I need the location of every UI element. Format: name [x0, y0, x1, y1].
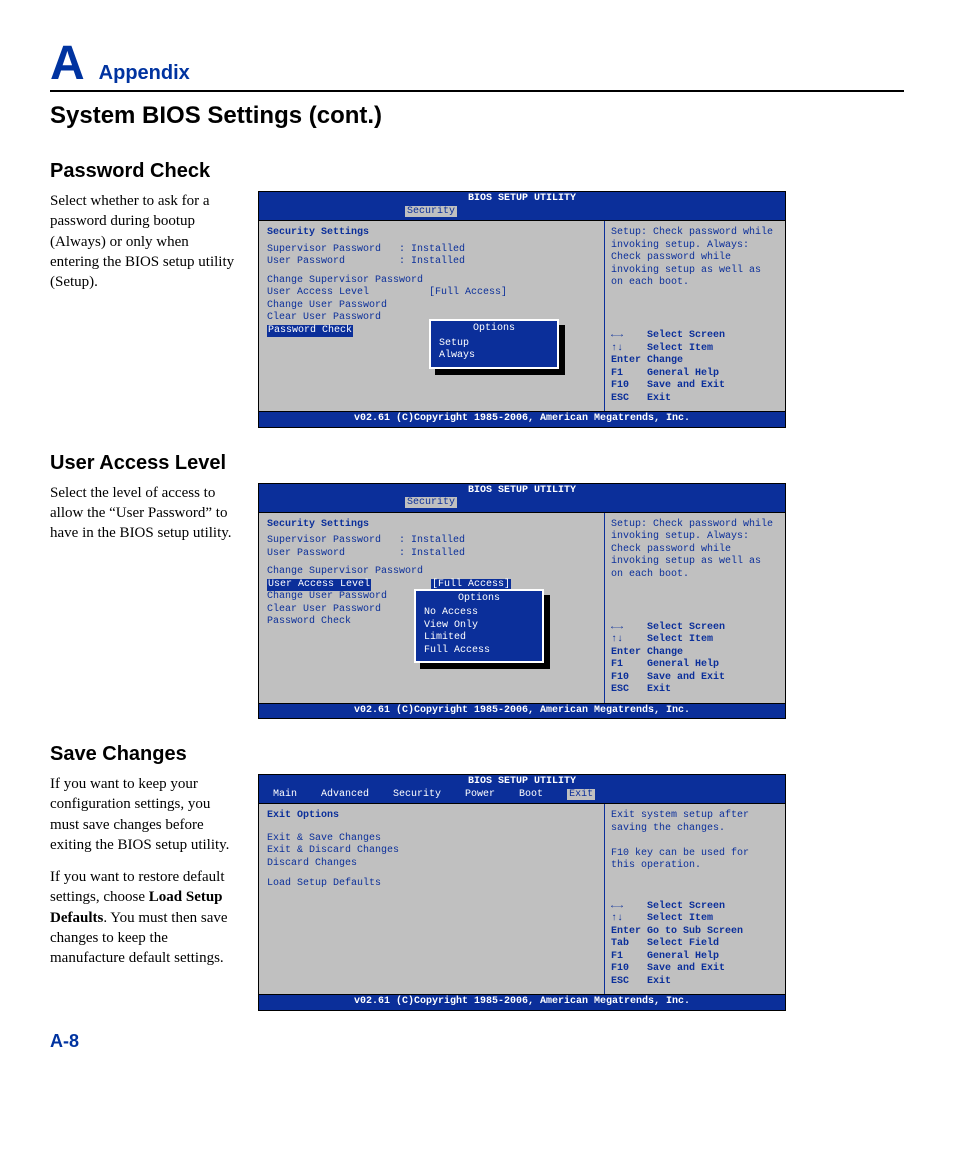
- popup-option: Always: [439, 350, 549, 363]
- bios-help-text: Setup: Check password while invoking set…: [611, 519, 779, 582]
- section-heading-save-changes: Save Changes: [50, 743, 904, 766]
- desc-text: Select the level of access to allow the …: [50, 483, 240, 544]
- popup-option: No Access: [424, 607, 534, 620]
- bios-help-text: Setup: Check password while invoking set…: [611, 227, 779, 290]
- bios-row: Change Supervisor Password: [267, 275, 596, 288]
- options-popup: Options No Access View Only Limited Full…: [414, 589, 544, 664]
- bios-row: Change Supervisor Password: [267, 566, 596, 579]
- bios-row: Change User Password: [267, 300, 596, 313]
- bios-footer: v02.61 (C)Copyright 1985-2006, American …: [259, 412, 785, 427]
- section-heading-user-access: User Access Level: [50, 452, 904, 475]
- options-popup: Options Setup Always: [429, 319, 559, 369]
- bios-screenshot-password-check: BIOS SETUP UTILITY Security Security Set…: [258, 191, 786, 428]
- bios-left-pane: Security Settings Supervisor Password : …: [259, 221, 604, 411]
- desc-text: If you want to restore default settings,…: [50, 867, 240, 968]
- bios-tab-bar: Main Advanced Security Power Boot Exit: [259, 789, 785, 804]
- bios-row: Load Setup Defaults: [267, 878, 596, 891]
- section-password-check: Select whether to ask for a password dur…: [50, 191, 904, 428]
- section-save-changes: If you want to keep your configuration s…: [50, 774, 904, 1011]
- appendix-header: A Appendix: [50, 40, 904, 92]
- page-number: A-8: [50, 1031, 904, 1052]
- appendix-letter: A: [50, 40, 85, 88]
- bios-row: Supervisor Password : Installed: [267, 535, 596, 548]
- bios-body: Exit Options Exit & Save Changes Exit & …: [259, 803, 785, 995]
- bios-key-help: ←→ Select Screen ↑↓ Select Item Enter Ch…: [611, 622, 779, 697]
- bios-row: User Access Level [Full Access]: [267, 287, 596, 300]
- bios-help-pane: Exit system setup after saving the chang…: [604, 804, 785, 994]
- section-heading-password-check: Password Check: [50, 160, 904, 183]
- bios-section-title: Exit Options: [267, 810, 596, 823]
- bios-help-pane: Setup: Check password while invoking set…: [604, 221, 785, 411]
- bios-section-title: Security Settings: [267, 519, 596, 532]
- section-user-access: Select the level of access to allow the …: [50, 483, 904, 720]
- bios-body: Security Settings Supervisor Password : …: [259, 220, 785, 412]
- bios-left-pane: Security Settings Supervisor Password : …: [259, 513, 604, 703]
- bios-row: Exit & Save Changes: [267, 833, 596, 846]
- bios-title: BIOS SETUP UTILITY: [259, 775, 785, 789]
- desc-text: If you want to keep your configuration s…: [50, 774, 240, 855]
- bios-screenshot-user-access: BIOS SETUP UTILITY Security Security Set…: [258, 483, 786, 720]
- bios-row: Supervisor Password : Installed: [267, 244, 596, 257]
- bios-footer: v02.61 (C)Copyright 1985-2006, American …: [259, 995, 785, 1010]
- bios-screenshot-save-changes: BIOS SETUP UTILITY Main Advanced Securit…: [258, 774, 786, 1011]
- tab-security: Security: [405, 206, 457, 217]
- bios-row: User Password : Installed: [267, 548, 596, 561]
- bios-footer: v02.61 (C)Copyright 1985-2006, American …: [259, 704, 785, 719]
- bios-row: Discard Changes: [267, 858, 596, 871]
- popup-option: Full Access: [424, 645, 534, 658]
- bios-left-pane: Exit Options Exit & Save Changes Exit & …: [259, 804, 604, 994]
- appendix-label: Appendix: [99, 62, 190, 85]
- desc-save-changes: If you want to keep your configuration s…: [50, 774, 240, 980]
- bios-tab-bar: Security: [259, 497, 785, 512]
- bios-title: BIOS SETUP UTILITY: [259, 484, 785, 498]
- bios-key-help: ←→ Select Screen ↑↓ Select Item Enter Ch…: [611, 330, 779, 405]
- bios-tab-bar: Security: [259, 206, 785, 221]
- bios-help-pane: Setup: Check password while invoking set…: [604, 513, 785, 703]
- tab-security: Security: [405, 497, 457, 508]
- page-title: System BIOS Settings (cont.): [50, 102, 904, 130]
- popup-title: Options: [439, 323, 549, 336]
- tab-exit: Exit: [567, 789, 595, 800]
- desc-user-access: Select the level of access to allow the …: [50, 483, 240, 556]
- desc-text: Select whether to ask for a password dur…: [50, 191, 240, 292]
- bios-row: User Password : Installed: [267, 256, 596, 269]
- desc-password-check: Select whether to ask for a password dur…: [50, 191, 240, 304]
- popup-option: Setup: [439, 338, 549, 351]
- bios-section-title: Security Settings: [267, 227, 596, 240]
- popup-option: View Only: [424, 620, 534, 633]
- bios-row: Exit & Discard Changes: [267, 845, 596, 858]
- popup-title: Options: [424, 593, 534, 606]
- popup-option: Limited: [424, 632, 534, 645]
- bios-title: BIOS SETUP UTILITY: [259, 192, 785, 206]
- bios-help-text: Exit system setup after saving the chang…: [611, 810, 779, 873]
- bios-key-help: ←→ Select Screen ↑↓ Select Item Enter Go…: [611, 901, 779, 989]
- bios-body: Security Settings Supervisor Password : …: [259, 512, 785, 704]
